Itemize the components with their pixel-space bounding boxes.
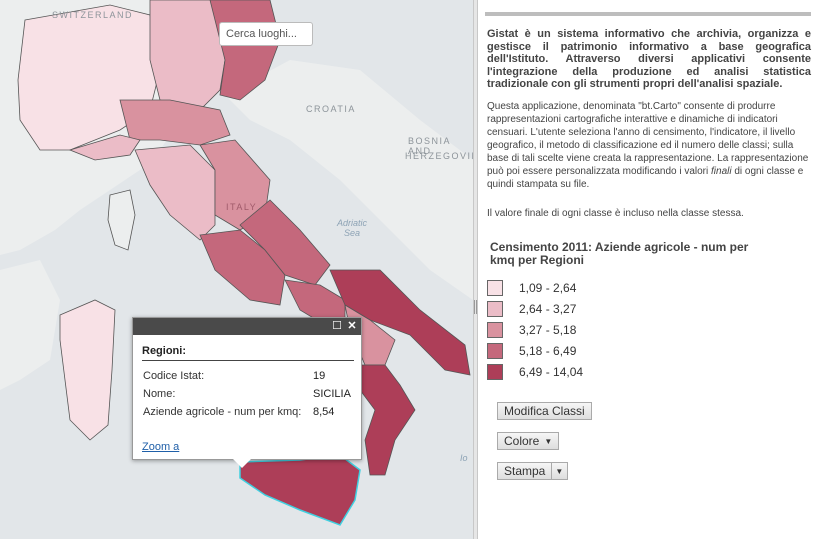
zoom-link[interactable]: Zoom a <box>142 441 179 453</box>
legend-label: 3,27 - 5,18 <box>519 323 577 337</box>
popup-label-codice: Codice Istat: <box>143 370 205 382</box>
split-divider <box>551 463 553 479</box>
legend-swatch <box>487 280 503 296</box>
chevron-down-icon[interactable]: ▼ <box>555 464 563 480</box>
map-label-switzerland: SWITZERLAND <box>52 10 134 20</box>
modifica-classi-button[interactable]: Modifica Classi <box>497 402 592 420</box>
map-label-ionian: Io <box>460 453 468 463</box>
panel-splitter[interactable] <box>473 0 478 539</box>
region-corsica[interactable] <box>107 189 136 251</box>
intro-text: Gistat è un sistema informativo che arch… <box>487 28 811 91</box>
splitter-grip-icon[interactable] <box>474 300 477 314</box>
popup-value-nome: SICILIA <box>313 388 351 400</box>
legend-label: 1,09 - 2,64 <box>519 281 577 295</box>
popup-divider <box>142 360 354 361</box>
modifica-classi-label: Modifica Classi <box>504 404 585 418</box>
legend-swatch <box>487 322 503 338</box>
popup-value-codice: 19 <box>313 370 326 382</box>
legend-label: 2,64 - 3,27 <box>519 302 577 316</box>
popup-label-nome: Nome: <box>143 388 176 400</box>
colore-dropdown[interactable]: Colore ▼ <box>497 432 560 450</box>
stampa-split-button[interactable]: Stampa ▼ <box>497 462 569 480</box>
stampa-label: Stampa <box>504 464 546 478</box>
panel-rule-top <box>485 12 811 16</box>
info-popup: ☐ ✕ Regioni: Codice Istat: 19 Nome: SICI… <box>132 317 362 468</box>
search-input[interactable]: Cerca luoghi... <box>219 22 313 46</box>
popup-value-aziende: 8,54 <box>313 406 335 418</box>
chevron-down-icon: ▼ <box>544 437 553 446</box>
popup-title: Regioni: <box>142 345 186 357</box>
map-view[interactable]: SWITZERLAND CROATIA BOSNIA AND HERZEGOVI… <box>0 0 473 539</box>
colore-label: Colore <box>504 434 540 448</box>
region-toscana[interactable] <box>134 144 216 241</box>
popup-pointer <box>233 459 251 468</box>
legend-label: 5,18 - 6,49 <box>519 344 577 358</box>
maximize-icon[interactable]: ☐ <box>331 320 343 332</box>
description-emphasis: finali <box>711 166 732 177</box>
legend-label: 6,49 - 14,04 <box>519 365 584 379</box>
map-label-bosnia-2: HERZEGOVINA <box>405 151 473 161</box>
legend-swatch <box>487 301 503 317</box>
close-icon[interactable]: ✕ <box>346 320 358 332</box>
region-sardegna[interactable] <box>59 299 116 441</box>
popup-titlebar: ☐ ✕ <box>133 318 361 335</box>
final-note: Il valore finale di ogni classe è inclus… <box>487 208 744 219</box>
map-label-adriatic: Adriatic Sea <box>337 218 367 238</box>
map-label-adriatic-line2: Sea <box>344 228 361 238</box>
map-label-croatia: CROATIA <box>306 104 356 114</box>
map-label-italy: ITALY <box>226 202 258 212</box>
legend-swatch <box>487 343 503 359</box>
legend-swatch <box>487 364 503 380</box>
legend-title: Censimento 2011: Aziende agricole - num … <box>490 240 749 267</box>
region-sicilia[interactable] <box>239 454 361 526</box>
side-panel: Gistat è un sistema informativo che arch… <box>479 0 818 539</box>
map-label-adriatic-line1: Adriatic <box>337 218 368 228</box>
region-calabria[interactable] <box>359 364 416 476</box>
popup-label-aziende: Aziende agricole - num per kmq: <box>143 406 302 418</box>
region-emilia[interactable] <box>119 99 231 146</box>
description-text: Questa applicazione, denominata "bt.Cart… <box>487 100 809 191</box>
